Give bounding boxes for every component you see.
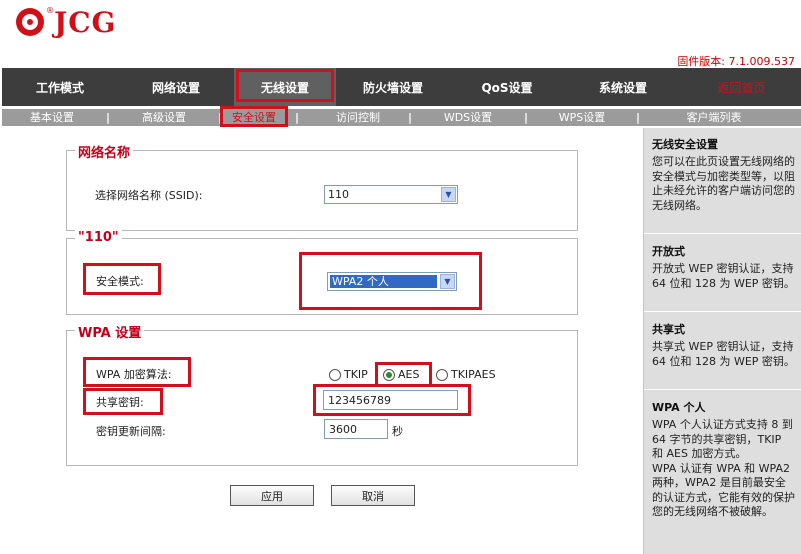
content-area: 网络名称 选择网络名称 (SSID): 110 ▼ "110" 安全模式: WP… <box>2 128 642 554</box>
subnav-security[interactable]: 安全设置 <box>220 106 288 127</box>
help-text: WPA 认证有 WPA 和 WPA2 两种，WPA2 是目前最安全的认证方式，它… <box>652 461 795 519</box>
subnav-advanced[interactable]: 高级设置 <box>114 109 214 126</box>
subnav-label: WDS设置 <box>443 111 493 124</box>
security-legend: "110" <box>75 230 122 245</box>
help-text: 开放式 WEP 密钥认证，支持 64 位和 128 为 WEP 密钥。 <box>652 262 795 290</box>
divider <box>644 389 801 390</box>
help-text: WPA 个人认证方式支持 8 到 64 字节的共享密钥，TKIP 和 AES 加… <box>652 418 793 460</box>
subnav-label: 客户端列表 <box>686 111 742 124</box>
help-title: WPA 个人 <box>652 401 706 414</box>
security-mode-label: 安全模式: <box>96 275 144 288</box>
radio-button[interactable] <box>383 368 395 381</box>
network-name-legend: 网络名称 <box>75 142 134 161</box>
registered-mark: ® <box>46 6 54 15</box>
ssid-select[interactable]: 110 ▼ <box>324 185 458 204</box>
cancel-button[interactable]: 取消 <box>331 485 415 506</box>
help-title: 共享式 <box>652 323 685 336</box>
subnav-separator: | <box>105 111 111 124</box>
help-title: 无线安全设置 <box>652 138 718 151</box>
highlight-frame <box>220 106 288 127</box>
main-nav: 工作模式 网络设置 无线设置 防火墙设置 QoS设置 系统设置 返回首页 <box>2 68 801 106</box>
ssid-value: 110 <box>328 188 349 201</box>
nav-label: 返回首页 <box>717 80 766 95</box>
nav-work-mode[interactable]: 工作模式 <box>2 68 118 106</box>
highlight-frame <box>236 69 334 102</box>
subnav-wps[interactable]: WPS设置 <box>532 109 632 126</box>
chevron-down-icon: ▼ <box>440 274 455 289</box>
subnav-label: 高级设置 <box>142 111 186 124</box>
nav-wireless-settings[interactable]: 无线设置 <box>234 68 336 106</box>
subnav-separator: | <box>523 111 529 124</box>
shared-key-input[interactable]: 123456789 <box>323 390 458 410</box>
nav-label: QoS设置 <box>481 80 533 95</box>
security-mode-value: WPA2 个人 <box>330 275 437 288</box>
wpa-legend: WPA 设置 <box>75 322 145 341</box>
divider <box>644 311 801 312</box>
security-fieldset: "110" 安全模式: WPA2 个人 ▼ <box>66 230 578 315</box>
subnav-separator: | <box>635 111 641 124</box>
key-interval-input[interactable]: 3600 <box>324 419 388 439</box>
wpa-algo-label: WPA 加密算法: <box>96 368 172 381</box>
radio-tkipaes[interactable]: TKIPAES <box>436 368 496 381</box>
network-name-fieldset: 网络名称 选择网络名称 (SSID): 110 ▼ <box>66 142 578 231</box>
nav-label: 网络设置 <box>151 80 200 95</box>
shared-key-label: 共享密钥: <box>96 396 144 409</box>
subnav-label: WPS设置 <box>558 111 606 124</box>
radio-button[interactable] <box>329 368 341 381</box>
jcg-logo-icon: ® <box>16 6 54 36</box>
nav-system-settings[interactable]: 系统设置 <box>564 68 682 106</box>
brand-logo: ® JCG <box>16 5 117 39</box>
help-text: 您可以在此页设置无线网络的安全模式与加密类型等，以阻止未经允许的客户端访问您的无… <box>652 155 795 212</box>
nav-label: 工作模式 <box>35 80 84 95</box>
wpa-fieldset: WPA 设置 WPA 加密算法: TKIP AES TKIPAES 共享密钥: … <box>66 322 578 466</box>
subnav-wds[interactable]: WDS设置 <box>416 109 520 126</box>
divider <box>644 233 801 234</box>
ssid-label: 选择网络名称 (SSID): <box>95 189 203 202</box>
sub-nav: 基本设置 | 高级设置 | 安全设置 | 访问控制 | WDS设置 | WPS设… <box>2 106 801 127</box>
subnav-basic[interactable]: 基本设置 <box>2 109 102 126</box>
radio-aes[interactable]: AES <box>383 368 419 381</box>
help-text: 共享式 WEP 密钥认证，支持 64 位和 128 为 WEP 密钥。 <box>652 340 795 368</box>
radio-label: TKIPAES <box>451 368 496 381</box>
radio-label: TKIP <box>344 368 368 381</box>
nav-qos-settings[interactable]: QoS设置 <box>450 68 564 106</box>
key-interval-label: 密钥更新间隔: <box>96 425 166 438</box>
nav-label: 系统设置 <box>598 80 647 95</box>
chevron-down-icon: ▼ <box>441 187 456 202</box>
subnav-label: 访问控制 <box>336 111 380 124</box>
brand-name: JCG <box>54 5 117 39</box>
key-interval-unit: 秒 <box>392 425 403 438</box>
nav-firewall-settings[interactable]: 防火墙设置 <box>336 68 450 106</box>
subnav-access-control[interactable]: 访问控制 <box>312 109 404 126</box>
nav-network-settings[interactable]: 网络设置 <box>118 68 234 106</box>
radio-button[interactable] <box>436 368 448 381</box>
subnav-client-list[interactable]: 客户端列表 <box>644 109 784 126</box>
help-sidebar: 无线安全设置 您可以在此页设置无线网络的安全模式与加密类型等，以阻止未经允许的客… <box>643 128 801 554</box>
subnav-label: 基本设置 <box>30 111 74 124</box>
nav-back-home[interactable]: 返回首页 <box>682 68 801 106</box>
radio-label: AES <box>398 368 420 381</box>
help-title: 开放式 <box>652 245 685 258</box>
subnav-separator: | <box>407 111 413 124</box>
nav-label: 防火墙设置 <box>362 80 423 95</box>
firmware-version: 固件版本: 7.1.009.537 <box>677 55 795 68</box>
security-mode-select[interactable]: WPA2 个人 ▼ <box>327 272 457 291</box>
radio-tkip[interactable]: TKIP <box>329 368 368 381</box>
apply-button[interactable]: 应用 <box>230 485 314 506</box>
